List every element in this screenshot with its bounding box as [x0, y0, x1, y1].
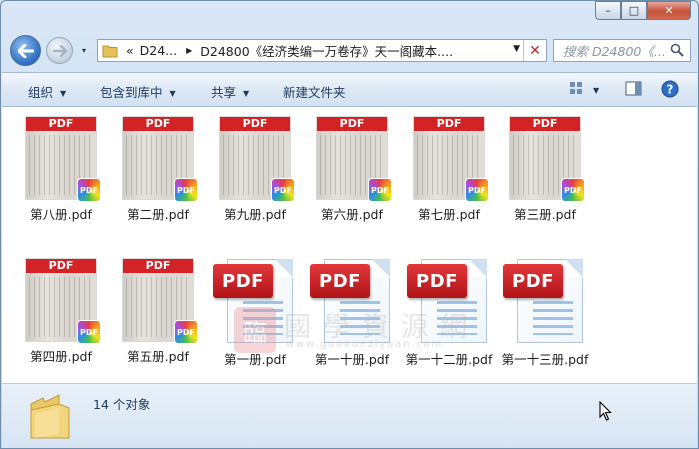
pdf-tag: PDF	[213, 264, 273, 298]
breadcrumb-segment-2[interactable]: D24800《经济类编一万卷存》天一阁藏本....	[200, 41, 453, 60]
pdf-thumbnail: PDF PDF	[219, 116, 295, 202]
file-list[interactable]: PDF PDF 第八册.pdf PDF PDF 第二册.pdf PDF PDF …	[2, 107, 697, 383]
file-name: 第二册.pdf	[127, 207, 189, 222]
chevron-down-icon: ▼	[243, 89, 250, 98]
svg-text:?: ?	[667, 83, 674, 97]
file-item[interactable]: PDF PDF 第六册.pdf	[307, 116, 397, 223]
back-button[interactable]	[10, 35, 41, 66]
search-icon[interactable]	[670, 43, 684, 57]
search-placeholder: 搜索 D24800《...	[563, 44, 666, 59]
pdf-band: PDF	[123, 259, 193, 273]
file-item[interactable]: PDF PDF 第三册.pdf	[500, 116, 590, 223]
folder-icon	[30, 394, 70, 439]
file-item[interactable]: PDF 第一十三册.pdf	[500, 257, 590, 368]
preview-pane-button[interactable]	[625, 81, 642, 99]
pdf-app-badge-icon: PDF	[561, 178, 585, 202]
minimize-button[interactable]: –	[595, 1, 621, 20]
pdf-thumbnail: PDF PDF	[413, 116, 489, 202]
file-name: 第三册.pdf	[514, 207, 576, 222]
pdf-app-badge-icon: PDF	[77, 178, 101, 202]
pdf-band: PDF	[123, 117, 193, 131]
share-menu[interactable]: 共享 ▼	[211, 82, 249, 101]
help-button[interactable]: ?	[661, 80, 679, 101]
organize-menu[interactable]: 组织 ▼	[28, 82, 66, 101]
include-library-label: 包含到库中	[100, 85, 163, 100]
folder-icon	[102, 44, 120, 58]
file-item[interactable]: PDF PDF 第五册.pdf	[113, 258, 203, 365]
view-options-dropdown-icon[interactable]: ▼	[593, 82, 599, 97]
pdf-file-icon: PDF	[503, 257, 587, 345]
explorer-window: – □ ✕ ▾ « D24... ▶ D24800《经济类编一万卷存》天一阁藏本…	[0, 0, 699, 449]
item-count: 14 个对象	[93, 397, 151, 412]
file-item[interactable]: PDF PDF 第四册.pdf	[16, 258, 106, 365]
new-folder-button[interactable]: 新建文件夹	[283, 82, 346, 101]
change-view-button[interactable]	[569, 81, 585, 98]
preview-pane-icon	[625, 81, 642, 96]
address-bar[interactable]: « D24... ▶ D24800《经济类编一万卷存》天一阁藏本.... ▼ ✕	[97, 39, 547, 62]
pdf-band: PDF	[414, 117, 484, 131]
pdf-thumbnail: PDF PDF	[509, 116, 585, 202]
watermark: 臨 國學資源網 www.guoxueziyuan.com	[234, 307, 474, 357]
clear-address-icon[interactable]: ✕	[523, 40, 546, 61]
address-overflow[interactable]: «	[126, 43, 134, 58]
maximize-button[interactable]: □	[621, 1, 647, 20]
breadcrumb-segment-1[interactable]: D24...	[140, 43, 177, 58]
pdf-tag: PDF	[407, 264, 467, 298]
file-name: 第九册.pdf	[224, 207, 286, 222]
search-input[interactable]: 搜索 D24800《...	[553, 39, 691, 62]
view-grid-icon	[570, 82, 582, 94]
file-name: 第四册.pdf	[30, 349, 92, 364]
details-pane: 14 个对象	[2, 383, 697, 448]
file-item[interactable]: PDF PDF 第九册.pdf	[210, 116, 300, 223]
help-icon: ?	[661, 80, 679, 98]
address-dropdown-icon[interactable]: ▼	[513, 44, 520, 54]
recent-pages-dropdown[interactable]: ▾	[82, 46, 86, 55]
include-in-library-menu[interactable]: 包含到库中 ▼	[100, 82, 176, 101]
file-item[interactable]: PDF PDF 第七册.pdf	[404, 116, 494, 223]
command-bar: 组织 ▼ 包含到库中 ▼ 共享 ▼ 新建文件夹 ▼ ?	[2, 72, 697, 107]
pdf-app-badge-icon: PDF	[174, 320, 198, 344]
mouse-cursor-icon	[599, 401, 612, 421]
chevron-down-icon: ▼	[169, 89, 176, 98]
pdf-app-badge-icon: PDF	[271, 178, 295, 202]
close-button[interactable]: ✕	[647, 1, 691, 20]
pdf-app-badge-icon: PDF	[174, 178, 198, 202]
pdf-thumbnail: PDF PDF	[316, 116, 392, 202]
watermark-seal: 臨	[234, 307, 276, 353]
pdf-app-badge-icon: PDF	[77, 320, 101, 344]
organize-label: 组织	[28, 85, 54, 100]
watermark-url: www.guoxueziyuan.com	[286, 339, 443, 350]
pdf-band: PDF	[26, 259, 96, 273]
pdf-thumbnail: PDF PDF	[25, 116, 101, 202]
pdf-thumbnail: PDF PDF	[122, 116, 198, 202]
chevron-down-icon: ▼	[60, 89, 67, 98]
file-name: 第一十三册.pdf	[501, 352, 589, 367]
arrow-left-icon	[17, 43, 34, 58]
file-item[interactable]: PDF PDF 第八册.pdf	[16, 116, 106, 223]
arrow-right-icon	[52, 44, 67, 57]
pdf-thumbnail: PDF PDF	[25, 258, 101, 344]
pdf-thumbnail: PDF PDF	[122, 258, 198, 344]
forward-button[interactable]	[46, 37, 73, 64]
file-name: 第七册.pdf	[418, 207, 480, 222]
breadcrumb-separator-icon[interactable]: ▶	[186, 46, 192, 55]
caption-buttons: – □ ✕	[595, 1, 691, 20]
pdf-app-badge-icon: PDF	[368, 178, 392, 202]
pdf-band: PDF	[510, 117, 580, 131]
pdf-app-badge-icon: PDF	[465, 178, 489, 202]
pdf-tag: PDF	[310, 264, 370, 298]
file-name: 第六册.pdf	[321, 207, 383, 222]
file-name: 第五册.pdf	[127, 349, 189, 364]
pdf-band: PDF	[26, 117, 96, 131]
pdf-band: PDF	[220, 117, 290, 131]
pdf-tag: PDF	[503, 264, 563, 298]
file-item[interactable]: PDF PDF 第二册.pdf	[113, 116, 203, 223]
pdf-band: PDF	[317, 117, 387, 131]
file-name: 第八册.pdf	[30, 207, 92, 222]
share-label: 共享	[211, 85, 237, 100]
